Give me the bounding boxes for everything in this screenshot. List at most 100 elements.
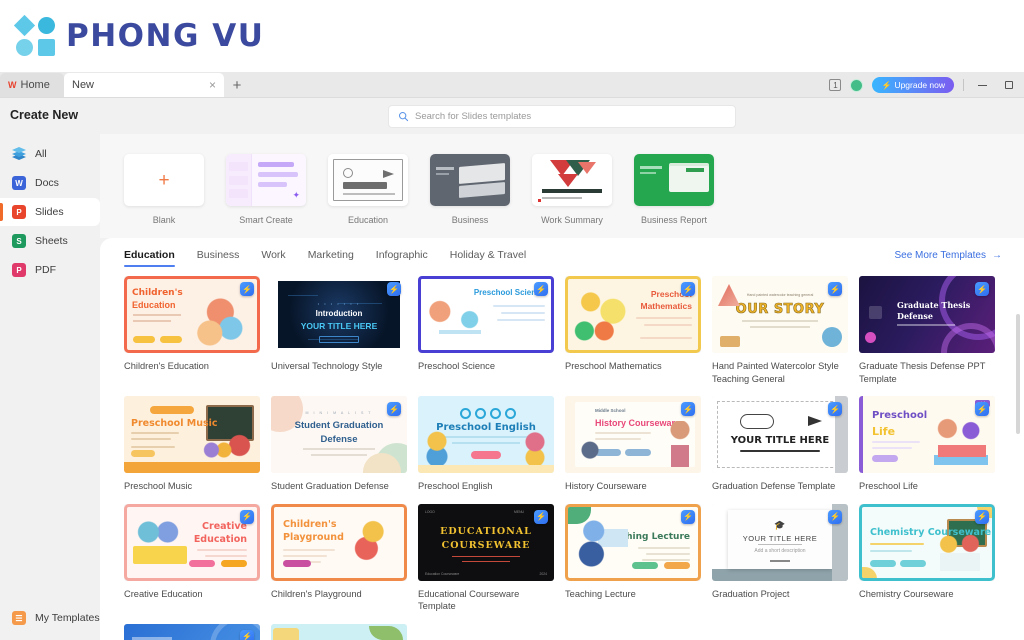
vip-badge-icon: ⚡ — [828, 282, 842, 296]
template-card[interactable]: Preschool Science ⚡ Preschool Science — [418, 276, 554, 385]
template-card[interactable]: Hand painted watercolor teaching general… — [712, 276, 848, 385]
vip-badge-icon: ⚡ — [681, 509, 695, 524]
thumb-text: Education — [193, 533, 247, 545]
arrow-right-icon: → — [992, 249, 1002, 261]
template-thumbnail: • • • • • • • Introduction YOUR TITLE HE… — [271, 276, 407, 353]
sidebar: Create New All W Docs P Slides S Sheets — [0, 98, 100, 640]
quick-create-education[interactable]: Education — [328, 154, 408, 225]
template-card[interactable]: YOUR TITLE HERE ⚡ Graduation Defense Tem… — [712, 396, 848, 493]
template-card[interactable]: 🎓 YOUR TITLE HERE Add a short descriptio… — [712, 503, 848, 613]
thumb-text: Graduate Thesis — [897, 300, 971, 310]
tab-home[interactable]: W Home — [0, 73, 64, 97]
template-card[interactable]: M I N I M A L I S T Student Graduation D… — [271, 396, 407, 493]
quick-create-label: Smart Create — [239, 215, 293, 225]
new-tab-button[interactable]: + — [224, 73, 250, 97]
template-card[interactable]: Children's Education ⚡ Children's Educat… — [124, 276, 260, 385]
restore-icon — [1005, 81, 1013, 89]
phong-vu-logo-icon — [13, 14, 56, 57]
sidebar-nav: All W Docs P Slides S Sheets P PDF — [0, 140, 100, 285]
template-card[interactable]: LOGO MENU TOPIC EDUCATIONAL COURSEWARE E… — [418, 503, 554, 613]
template-card[interactable]: Chemistry Courseware ⚡ Chemistry Coursew… — [859, 503, 995, 613]
p-slides-icon: P — [12, 205, 26, 219]
tab-holiday-travel[interactable]: Holiday & Travel — [450, 243, 526, 267]
sidebar-item-pdf[interactable]: P PDF — [0, 256, 100, 284]
education-art — [328, 154, 408, 206]
minimize-icon — [977, 84, 987, 86]
sidebar-item-docs[interactable]: W Docs — [0, 169, 100, 197]
template-card[interactable]: Kids Preschool Life ⚡ Preschool Life — [859, 396, 995, 493]
w-doc-icon: W — [12, 176, 26, 190]
avatar[interactable] — [850, 78, 864, 92]
sidebar-item-slides[interactable]: P Slides — [0, 198, 100, 226]
tab-education[interactable]: Education — [124, 243, 175, 267]
template-name: Graduation Project — [712, 588, 790, 599]
quick-create-business-report[interactable]: Business Report — [634, 154, 714, 225]
thumb-text: Student Graduation — [294, 420, 384, 432]
thumb-text: Middle School — [595, 408, 626, 414]
template-card[interactable]: Creative Education ⚡ Creative Education — [124, 503, 260, 613]
thumb-text: Defense — [897, 311, 933, 321]
upgrade-now-button[interactable]: ⚡ Upgrade now — [872, 77, 954, 93]
sidebar-item-all[interactable]: All — [0, 140, 100, 168]
sidebar-item-sheets[interactable]: S Sheets — [0, 227, 100, 255]
scrollbar-track[interactable] — [1016, 274, 1022, 636]
template-thumbnail: Graduate Thesis Defense ⚡ — [859, 276, 995, 353]
see-more-templates-link[interactable]: See More Templates → — [894, 250, 1002, 261]
close-icon[interactable]: × — [209, 79, 216, 91]
template-card[interactable]: Preschool English Preschool English — [418, 396, 554, 493]
vip-badge-icon: ⚡ — [681, 402, 695, 417]
work-summary-art — [532, 154, 612, 206]
plus-icon: + — [158, 169, 170, 191]
template-card[interactable]: Graduate Thesis Defense ⚡ Graduate Thesi… — [859, 276, 995, 385]
scrollbar-thumb[interactable] — [1016, 314, 1020, 434]
thumb-text: YOUR TITLE HERE — [742, 533, 818, 543]
template-thumbnail: YOUR TITLE HERE ⚡ — [712, 396, 848, 474]
template-card[interactable]: Children's — [271, 623, 407, 640]
quick-create-row: + Blank ✦ Smart Create Education Busines… — [100, 134, 1024, 238]
search-placeholder: Search for Slides templates — [415, 110, 532, 122]
window-minimize-button[interactable] — [973, 76, 991, 94]
quick-create-business[interactable]: Business — [430, 154, 510, 225]
tab-business[interactable]: Business — [197, 243, 240, 267]
quick-create-thumb: ✦ — [226, 154, 306, 206]
tab-new[interactable]: New × — [64, 73, 224, 97]
template-card[interactable]: Teaching Lecture ⚡ Teaching Lecture — [565, 503, 701, 613]
template-card[interactable]: Preschool Mathematics ⚡ Preschool Mathem… — [565, 276, 701, 385]
template-card[interactable]: • • • • • • • Introduction YOUR TITLE HE… — [271, 276, 407, 385]
vip-badge-icon: ⚡ — [240, 509, 254, 524]
sidebar-item-label: Slides — [35, 206, 64, 218]
template-card[interactable]: Middle School History Courseware ⚡ Histo… — [565, 396, 701, 493]
sidebar-item-label: All — [35, 148, 47, 160]
template-card[interactable]: Preschool Music Preschool Music — [124, 396, 260, 493]
tab-work[interactable]: Work — [261, 243, 285, 267]
template-thumbnail: Children's Playground — [271, 503, 407, 581]
template-gallery: Education Business Work Marketing Infogr… — [100, 238, 1024, 640]
window-restore-button[interactable] — [1000, 76, 1018, 94]
quick-create-label: Work Summary — [541, 215, 603, 225]
quick-create-smart-create[interactable]: ✦ Smart Create — [226, 154, 306, 225]
search-icon — [398, 111, 409, 121]
search-input[interactable]: Search for Slides templates — [388, 104, 736, 128]
template-name: Preschool English — [418, 481, 493, 492]
quick-create-thumb — [634, 154, 714, 206]
divider — [963, 79, 964, 91]
thumb-text: Preschool Music — [131, 418, 218, 430]
tab-infographic[interactable]: Infographic — [376, 243, 428, 267]
vip-badge-icon: ⚡ — [828, 509, 842, 524]
thumb-text: Children's — [132, 288, 183, 298]
sidebar-item-my-templates[interactable]: ☰ My Templates — [0, 604, 100, 632]
app-body: Create New All W Docs P Slides S Sheets — [0, 98, 1024, 640]
tab-marketing[interactable]: Marketing — [308, 243, 354, 267]
thumb-text: Add a short description — [754, 547, 806, 554]
quick-create-blank[interactable]: + Blank — [124, 154, 204, 225]
business-report-art — [634, 154, 714, 206]
template-card[interactable]: Children's Playground Children's Playgro… — [271, 503, 407, 613]
tab-count-badge[interactable]: 1 — [829, 79, 842, 91]
stack-icon — [12, 147, 26, 161]
thumb-text: Mathematics — [640, 301, 693, 311]
quick-create-work-summary[interactable]: Work Summary — [532, 154, 612, 225]
logo-diamond-icon — [13, 14, 35, 36]
bolt-icon: ⚡ — [881, 80, 892, 90]
template-card[interactable]: THESIS ⚡ — [124, 623, 260, 640]
thumb-text: YOUR TITLE HERE — [730, 435, 830, 447]
